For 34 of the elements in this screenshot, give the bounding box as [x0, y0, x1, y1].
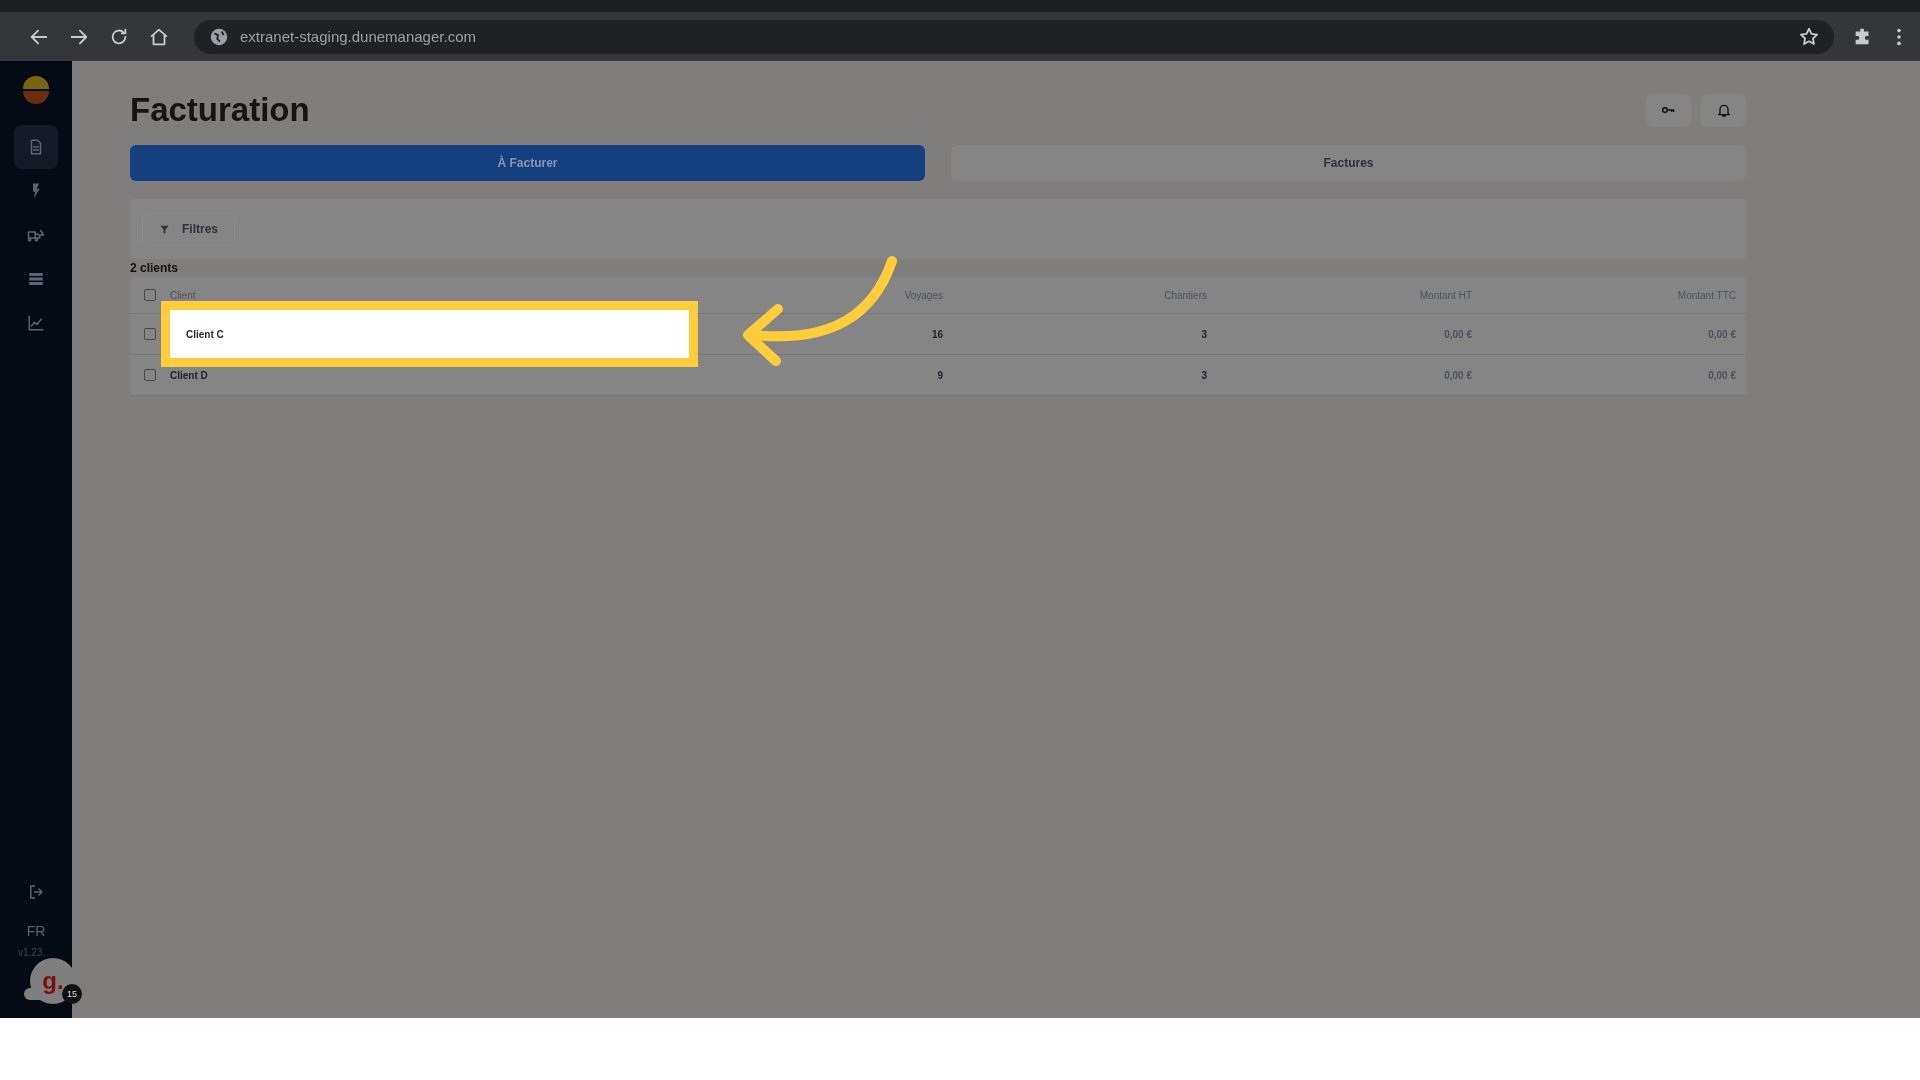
table-cell-text: 9 [936, 369, 944, 381]
list-icon [27, 270, 45, 288]
line-chart-icon [27, 314, 45, 332]
table-cell-text: 0,00 € [1707, 328, 1737, 340]
key-button[interactable] [1646, 93, 1691, 127]
filter-icon [159, 223, 170, 235]
address-bar[interactable]: extranet-staging.dunemanager.com [194, 19, 1834, 54]
checkbox[interactable] [144, 369, 156, 381]
table-cell-text: 0,00 € [1443, 328, 1473, 340]
filters-button[interactable]: Filtres [142, 212, 235, 246]
url-text: extranet-staging.dunemanager.com [240, 28, 476, 45]
sidebar-item[interactable] [14, 125, 58, 169]
column-header: Client [170, 289, 197, 301]
table-cell-text: 0,00 € [1443, 369, 1473, 381]
column-header: Montant HT [1418, 289, 1473, 301]
logout-icon[interactable] [27, 883, 45, 901]
notifications-button[interactable] [1701, 93, 1746, 127]
checkbox[interactable] [144, 289, 156, 301]
tab[interactable]: Factures [951, 145, 1746, 181]
table-cell-text: 0,00 € [1707, 369, 1737, 381]
column-header: Montant TTC [1676, 289, 1737, 301]
table-cell-text: 3 [1200, 369, 1208, 381]
table-cell-text: Client D [170, 369, 209, 381]
language-selector[interactable]: FR [26, 923, 46, 939]
checkbox[interactable] [144, 328, 156, 340]
bell-icon [1715, 102, 1732, 118]
client-count: 2 clients [130, 261, 180, 275]
table-cell-text: 16 [930, 328, 944, 340]
tab[interactable]: À Facturer [130, 145, 925, 181]
page-title: Facturation [130, 91, 310, 129]
table-cell-text: 3 [1200, 328, 1208, 340]
star-icon[interactable] [1798, 25, 1820, 48]
version-text: v1.23. [18, 947, 46, 958]
logo-icon[interactable] [20, 73, 52, 105]
